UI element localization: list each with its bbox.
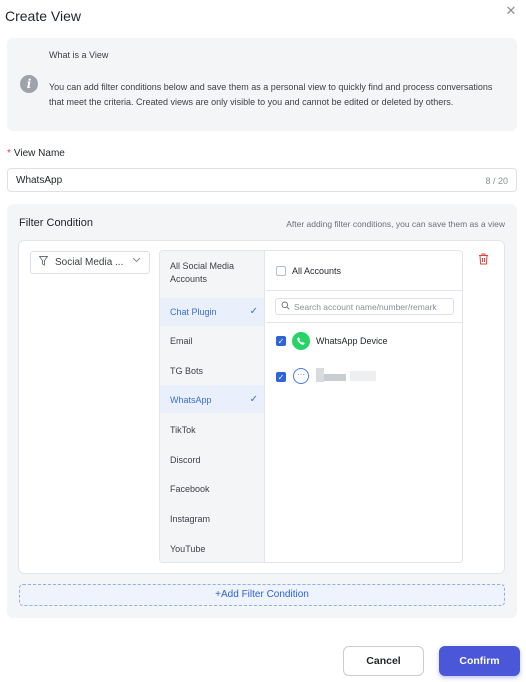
platform-item-whatsapp[interactable]: WhatsApp ✓ <box>160 385 264 413</box>
condition-box: Social Media ... All Social Media Accoun… <box>18 240 505 574</box>
all-accounts-label: All Accounts <box>292 266 342 276</box>
filter-section: Filter Condition After adding filter con… <box>7 204 517 618</box>
platform-item-tg-bots[interactable]: TG Bots <box>160 357 264 385</box>
required-mark: * <box>7 148 11 159</box>
platform-item-instagram[interactable]: Instagram <box>160 504 264 532</box>
add-filter-condition-button[interactable]: +Add Filter Condition <box>19 584 505 606</box>
platform-item-label: Discord <box>170 455 201 465</box>
char-counter: 8 / 20 <box>485 176 508 186</box>
account-checkbox[interactable]: ✓ <box>276 372 286 382</box>
view-name-value[interactable]: WhatsApp <box>16 175 62 186</box>
whatsapp-icon <box>292 332 310 350</box>
redacted-name <box>316 368 324 382</box>
platform-item-label: TG Bots <box>170 366 204 376</box>
info-icon: i <box>20 75 38 93</box>
check-icon: ✓ <box>249 394 258 405</box>
platform-item-label: WhatsApp <box>170 395 212 405</box>
platform-item-label: Instagram <box>170 514 211 524</box>
info-text: You can add filter conditions below and … <box>49 82 493 107</box>
platform-item-label: Email <box>170 336 193 346</box>
view-name-label-text: View Name <box>13 148 65 159</box>
platform-item-discord[interactable]: Discord <box>160 445 264 473</box>
dialog-title: Create View <box>5 8 82 24</box>
platform-item-facebook[interactable]: Facebook <box>160 474 264 502</box>
condition-type-select[interactable]: Social Media ... <box>30 251 150 274</box>
platform-item-label: Chat Plugin <box>170 307 217 317</box>
divider <box>266 322 462 323</box>
all-accounts-row[interactable]: All Accounts <box>266 251 462 291</box>
redacted-name <box>324 374 346 381</box>
info-panel: What is a View i You can add filter cond… <box>7 38 517 131</box>
condition-type-value: Social Media ... <box>55 257 124 268</box>
cancel-button[interactable]: Cancel <box>343 646 424 676</box>
view-name-input[interactable]: WhatsApp 8 / 20 <box>7 168 517 192</box>
trash-icon[interactable] <box>478 253 490 267</box>
account-label: WhatsApp Device <box>316 336 388 346</box>
account-checkbox[interactable]: ✓ <box>276 336 286 346</box>
check-icon: ✓ <box>249 306 258 317</box>
platform-item-label: YouTube <box>170 544 206 554</box>
platform-item-label: Facebook <box>170 484 210 494</box>
platform-item-all[interactable]: All Social Media Accounts <box>160 256 264 290</box>
platform-item-label: All Social Media Accounts <box>170 261 235 284</box>
info-title: What is a View <box>49 50 109 60</box>
search-input[interactable] <box>294 301 452 313</box>
account-panel: All Accounts ✓ WhatsApp Device <box>266 251 462 562</box>
account-search[interactable] <box>275 298 454 315</box>
chat-bubble-icon: ··· <box>293 368 309 384</box>
platform-item-email[interactable]: Email <box>160 327 264 355</box>
redacted-name <box>350 371 376 381</box>
platform-item-label: TikTok <box>170 425 196 435</box>
platform-list: All Social Media Accounts Chat Plugin ✓ … <box>160 251 265 562</box>
filter-icon <box>38 256 49 269</box>
confirm-button[interactable]: Confirm <box>439 646 520 676</box>
account-item-blurred[interactable]: ✓ ··· <box>266 365 462 389</box>
platform-item-chat-plugin[interactable]: Chat Plugin ✓ <box>160 298 264 326</box>
filter-hint: After adding filter conditions, you can … <box>286 219 505 229</box>
platform-item-tiktok[interactable]: TikTok <box>160 415 264 443</box>
search-icon <box>281 301 290 312</box>
close-icon[interactable]: ✕ <box>504 4 518 18</box>
platform-dropdown: All Social Media Accounts Chat Plugin ✓ … <box>159 250 463 563</box>
platform-item-youtube[interactable]: YouTube <box>160 534 264 562</box>
chevron-down-icon <box>132 255 141 267</box>
filter-title: Filter Condition <box>19 217 93 229</box>
view-name-label: * View Name <box>7 148 65 159</box>
all-accounts-checkbox[interactable] <box>276 266 286 276</box>
account-item-whatsapp-device[interactable]: ✓ WhatsApp Device <box>266 329 462 353</box>
